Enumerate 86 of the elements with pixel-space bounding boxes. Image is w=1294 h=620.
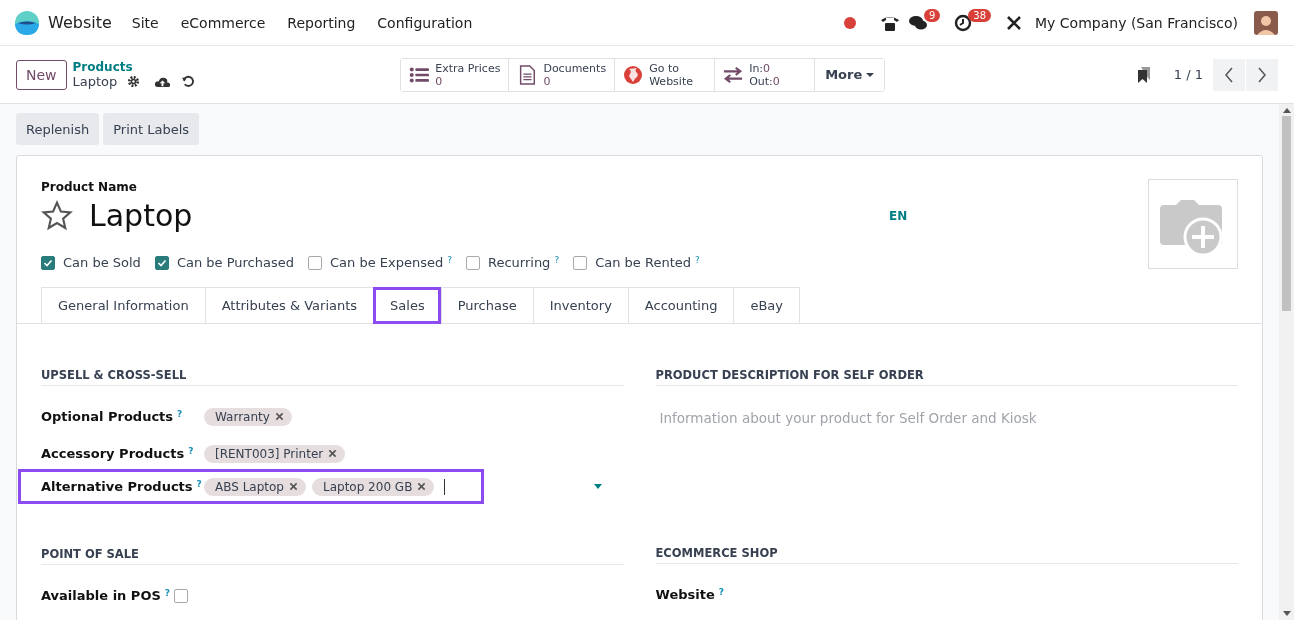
menu-item[interactable]: Reporting bbox=[287, 14, 356, 31]
bookmark-icon[interactable] bbox=[1135, 65, 1152, 84]
checkbox-label[interactable]: Recurring bbox=[487, 255, 551, 270]
new-button[interactable]: New bbox=[16, 59, 67, 90]
checkbox-label[interactable]: Can be Sold bbox=[63, 255, 141, 270]
dropdown-caret-icon[interactable] bbox=[594, 484, 602, 489]
company-switcher[interactable]: My Company (San Francisco) bbox=[1035, 14, 1238, 31]
previous-button[interactable] bbox=[1213, 58, 1245, 91]
undo-icon[interactable] bbox=[181, 75, 195, 88]
field-label: Available in POS bbox=[41, 588, 161, 603]
checkbox[interactable] bbox=[41, 255, 55, 270]
scroll-thumb[interactable] bbox=[1282, 116, 1291, 311]
field-label: Product Name bbox=[41, 180, 138, 194]
checkbox[interactable] bbox=[154, 255, 169, 270]
menu-item[interactable]: Site bbox=[131, 14, 159, 31]
menu-item[interactable]: Configuration bbox=[377, 14, 473, 31]
gear-icon[interactable] bbox=[127, 75, 141, 88]
checkmark-icon bbox=[43, 257, 53, 268]
remove-icon[interactable] bbox=[417, 482, 427, 491]
section-title: POINT OF SALE bbox=[41, 547, 624, 565]
section-title: ECOMMERCE SHOP bbox=[655, 546, 1238, 564]
remove-icon[interactable] bbox=[274, 412, 284, 421]
action-button[interactable]: Print Labels bbox=[103, 113, 200, 145]
help-mark[interactable]: ? bbox=[196, 479, 202, 489]
star-icon[interactable] bbox=[41, 199, 73, 232]
notification-count: 38 bbox=[968, 9, 992, 22]
field-label: Website bbox=[655, 587, 715, 602]
menu-item[interactable]: eCommerce bbox=[180, 14, 266, 31]
language-button[interactable]: EN bbox=[889, 208, 908, 223]
chevron-left-icon bbox=[1224, 66, 1234, 83]
tab[interactable]: Inventory bbox=[532, 287, 628, 324]
globe-icon bbox=[623, 64, 644, 85]
tag[interactable]: ABS Laptop bbox=[204, 477, 306, 496]
help-mark[interactable]: ? bbox=[188, 446, 194, 456]
section-title: PRODUCT DESCRIPTION FOR SELF ORDER bbox=[655, 368, 1238, 386]
checkbox-label[interactable]: Can be Rented bbox=[595, 255, 691, 270]
scroll-up-icon[interactable] bbox=[1282, 108, 1291, 113]
remove-icon[interactable] bbox=[289, 482, 298, 491]
tab[interactable]: Accounting bbox=[627, 287, 734, 324]
text-cursor bbox=[444, 478, 446, 495]
tab[interactable]: General Information bbox=[41, 287, 205, 324]
help-mark[interactable]: ? bbox=[164, 588, 171, 598]
tag[interactable]: [RENT003] Printer bbox=[204, 444, 346, 463]
scroll-down-icon[interactable] bbox=[1282, 611, 1291, 616]
user-avatar-icon[interactable] bbox=[1254, 10, 1278, 35]
chevron-right-icon bbox=[1257, 66, 1267, 83]
checkbox[interactable] bbox=[465, 255, 480, 270]
document-icon bbox=[517, 64, 538, 85]
product-name[interactable]: Laptop bbox=[89, 198, 889, 233]
breadcrumb-link[interactable]: Products bbox=[72, 60, 195, 74]
action-button[interactable]: Replenish bbox=[16, 113, 100, 145]
checkbox[interactable] bbox=[573, 255, 588, 270]
checkmark-icon bbox=[156, 257, 167, 268]
remove-icon[interactable] bbox=[328, 449, 338, 458]
checkbox[interactable] bbox=[174, 588, 188, 603]
field-label: Optional Products bbox=[41, 409, 174, 424]
help-mark[interactable]: ? bbox=[177, 409, 183, 419]
help-mark[interactable]: ? bbox=[554, 255, 560, 265]
help-mark[interactable]: ? bbox=[447, 255, 452, 265]
checkbox-label[interactable]: Can be Expensed bbox=[329, 255, 444, 270]
tag[interactable]: Laptop 200 GB bbox=[312, 477, 435, 496]
field-label: Accessory Products bbox=[41, 446, 185, 461]
app-logo-icon[interactable] bbox=[14, 9, 40, 36]
notification-count: 9 bbox=[923, 9, 941, 22]
tab[interactable]: eBay bbox=[733, 287, 800, 324]
section-title: UPSELL & CROSS-SELL bbox=[41, 368, 624, 386]
smart-button[interactable]: Extra Prices 0 bbox=[401, 58, 510, 91]
clock-icon[interactable] bbox=[954, 13, 973, 32]
checkbox[interactable] bbox=[307, 255, 322, 270]
chat-icon[interactable] bbox=[907, 13, 928, 32]
help-mark[interactable]: ? bbox=[718, 587, 724, 597]
checkbox-label[interactable]: Can be Purchased bbox=[176, 255, 294, 270]
transfer-arrows-icon bbox=[723, 64, 744, 85]
help-mark[interactable]: ? bbox=[695, 255, 700, 265]
next-button[interactable] bbox=[1246, 58, 1278, 91]
cloud-upload-icon[interactable] bbox=[154, 75, 172, 88]
recording-indicator-icon[interactable] bbox=[843, 16, 856, 29]
tag[interactable]: Warranty bbox=[204, 407, 292, 426]
tab[interactable]: Purchase bbox=[440, 287, 533, 324]
tab[interactable]: Attributes & Variants bbox=[204, 287, 374, 324]
app-name[interactable]: Website bbox=[48, 13, 112, 32]
field-label: Alternative Products bbox=[41, 479, 193, 494]
pager-value[interactable]: 1 / 1 bbox=[1173, 67, 1203, 82]
tab[interactable]: Sales bbox=[373, 287, 441, 324]
scrollbar[interactable] bbox=[1279, 104, 1294, 620]
record-name: Laptop bbox=[72, 74, 118, 89]
